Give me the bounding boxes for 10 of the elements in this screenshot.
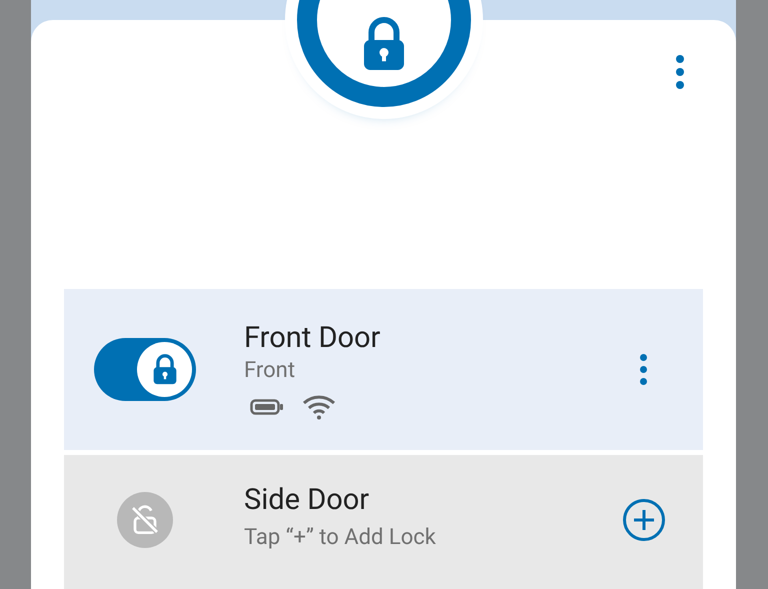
add-button[interactable] [623, 499, 665, 541]
battery-icon [250, 398, 284, 414]
wifi-icon [302, 394, 336, 420]
lock-name: Front Door [244, 320, 382, 356]
lock-row[interactable]: Side Door Tap “+” to Add Lock [64, 455, 703, 589]
lock-location: Front [244, 356, 296, 384]
add-lock-hint: Tap “+” to Add Lock [244, 524, 437, 552]
lock-name: Side Door [244, 482, 370, 518]
plus-icon [632, 508, 656, 532]
lock-row[interactable]: Front Door Front [64, 289, 703, 450]
